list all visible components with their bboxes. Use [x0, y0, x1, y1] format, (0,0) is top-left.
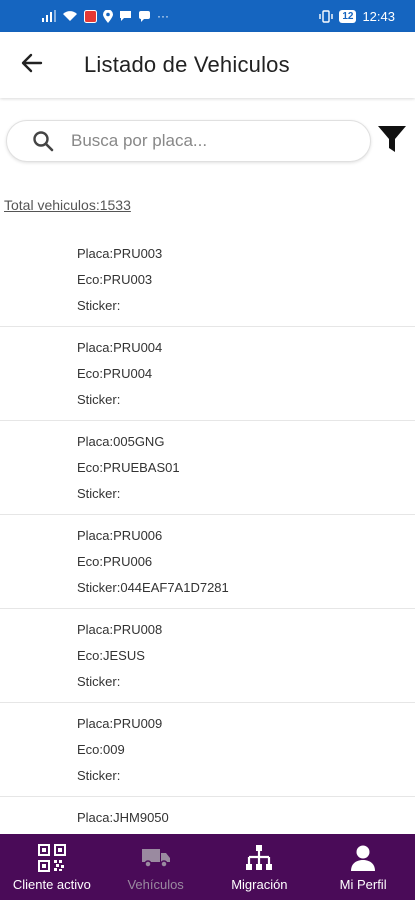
location-icon	[103, 9, 113, 23]
vehicle-eco: Eco:PRU003	[77, 272, 153, 287]
vehicle-placa: Placa:PRU004	[77, 340, 163, 355]
vehicle-placa: Placa:005GNG	[77, 434, 165, 449]
nav-label: Vehículos	[127, 876, 184, 892]
arrow-left-icon	[21, 52, 43, 79]
battery-indicator: 12	[339, 9, 357, 23]
search-icon	[31, 129, 55, 153]
vehicle-eco: Eco:009	[77, 742, 125, 757]
vehicle-list: Placa:PRU003 Eco:PRU003 Sticker: Placa:P…	[0, 233, 415, 835]
vehicle-placa: Placa:PRU006	[77, 528, 163, 543]
vehicle-sticker: Sticker:	[77, 392, 121, 407]
nav-label: Mi Perfil	[339, 876, 387, 892]
overflow-indicator: ···	[157, 9, 169, 23]
nav-label: Migración	[231, 876, 288, 892]
qr-code-icon	[37, 843, 67, 873]
vehicle-sticker: Sticker:	[77, 486, 121, 501]
vehicle-list-item[interactable]: Placa:PRU006 Eco:PRU006 Sticker:044EAF7A…	[0, 515, 415, 609]
nav-mi-perfil[interactable]: Mi Perfil	[311, 834, 415, 900]
status-time: 12:43	[362, 8, 395, 24]
vehicle-list-item[interactable]: Placa:PRU004 Eco:PRU004 Sticker:	[0, 327, 415, 421]
notification-app-icon	[84, 9, 97, 23]
vehicle-list-item[interactable]: Placa:005GNG Eco:PRUEBAS01 Sticker:	[0, 421, 415, 515]
vibrate-icon	[319, 9, 334, 23]
vehicle-list-item[interactable]: Placa:PRU008 Eco:JESUS Sticker:	[0, 609, 415, 703]
search-input[interactable]	[71, 131, 331, 151]
total-vehicles-link[interactable]: Total vehiculos:1533	[4, 195, 415, 215]
vehicle-list-item[interactable]: Placa:PRU003 Eco:PRU003 Sticker:	[0, 233, 415, 327]
vehicle-eco: Eco:PRUEBAS01	[77, 460, 180, 475]
vehicle-placa: Placa:PRU009	[77, 716, 163, 731]
vehicle-list-item[interactable]: Placa:PRU009 Eco:009 Sticker:	[0, 703, 415, 797]
chat-icon	[138, 9, 151, 23]
vehicle-placa: Placa:PRU003	[77, 246, 163, 261]
filter-icon	[377, 124, 407, 159]
nav-migracion[interactable]: Migración	[208, 834, 312, 900]
page-title: Listado de Vehiculos	[84, 52, 290, 77]
wifi-icon	[62, 9, 78, 23]
search-row	[0, 120, 415, 162]
vehicle-sticker: Sticker:044EAF7A1D7281	[77, 580, 229, 595]
nav-cliente-activo[interactable]: Cliente activo	[0, 834, 104, 900]
nav-vehiculos[interactable]: Vehículos	[104, 834, 208, 900]
back-button[interactable]	[0, 32, 64, 98]
status-bar-right: 12 12:43	[319, 9, 395, 24]
message-icon	[119, 9, 132, 23]
hierarchy-icon	[244, 843, 274, 873]
vehicle-list-item[interactable]: Placa:JHM9050	[0, 797, 415, 835]
vehicle-sticker: Sticker:	[77, 298, 121, 313]
vehicle-eco: Eco:PRU006	[77, 554, 153, 569]
signal-icon	[42, 9, 56, 23]
bottom-nav: Cliente activo Vehículos Migración Mi Pe…	[0, 834, 415, 900]
search-box[interactable]	[6, 120, 371, 162]
vehicle-sticker: Sticker:	[77, 674, 121, 689]
status-bar: ··· 12 12:43	[0, 0, 415, 32]
person-icon	[348, 843, 378, 873]
vehicle-eco: Eco:PRU004	[77, 366, 153, 381]
filter-button[interactable]	[375, 121, 409, 161]
vehicle-eco: Eco:JESUS	[77, 648, 145, 663]
vehicle-placa: Placa:JHM9050	[77, 810, 169, 825]
status-bar-left: ···	[42, 9, 169, 23]
nav-label: Cliente activo	[12, 876, 91, 892]
truck-icon	[141, 843, 171, 873]
vehicle-placa: Placa:PRU008	[77, 622, 163, 637]
vehicle-sticker: Sticker:	[77, 768, 121, 783]
app-bar: Listado de Vehiculos	[0, 32, 415, 98]
